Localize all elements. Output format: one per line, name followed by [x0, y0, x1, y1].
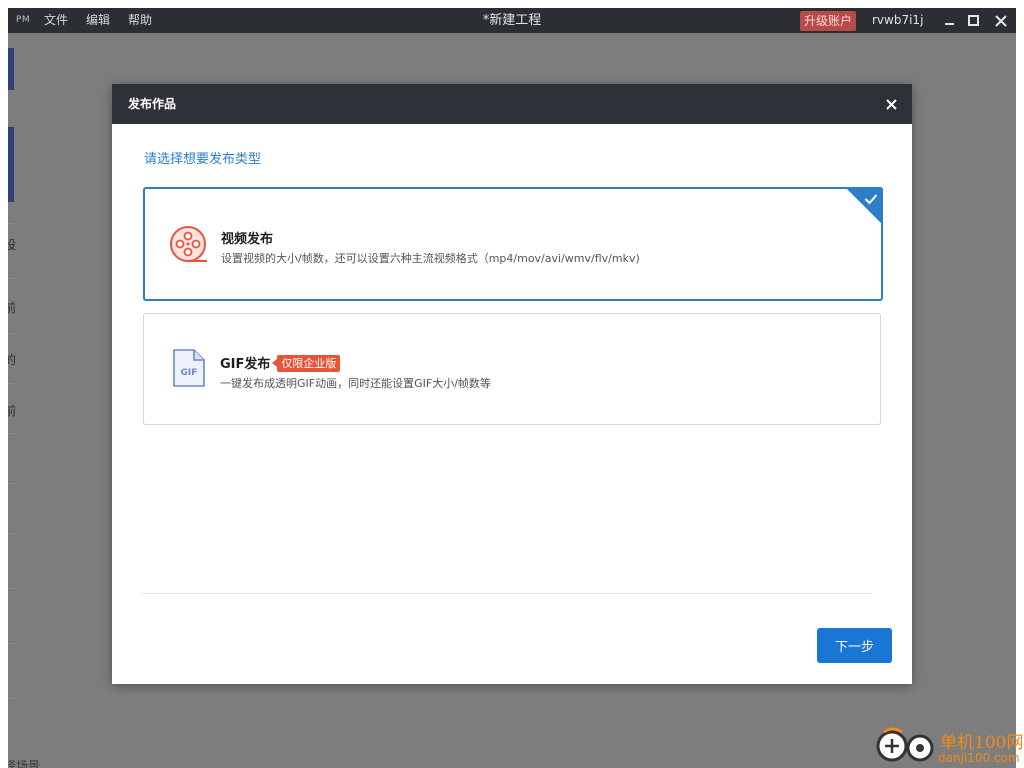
background-divider [8, 643, 14, 644]
background-divider [8, 698, 14, 699]
minimize-icon [944, 22, 954, 25]
site-watermark: 单机100网 danji100.com [874, 726, 1024, 768]
background-text: 择场景 [8, 759, 41, 768]
background-divider [8, 278, 14, 279]
gif-file-icon: GIF [173, 349, 205, 387]
background-text: 设 [8, 238, 17, 252]
dialog-divider [142, 593, 872, 594]
dialog-header: 发布作品 [112, 84, 912, 124]
background-text: 的 [8, 353, 17, 367]
option-description: 一键发布成透明GIF动画，同时还能设置GIF大小/帧数等 [220, 377, 491, 390]
option-gif-publish[interactable]: GIF GIF发布 仅限企业版 一键发布成透明GIF动画，同时还能设置GIF大小/… [143, 313, 881, 425]
close-window-button[interactable] [990, 8, 1012, 33]
background-divider [8, 383, 14, 384]
window-titlebar: PM 文件 编辑 帮助 *新建工程 升级账户 rvwb7i1j [8, 8, 1016, 33]
background-divider [8, 223, 14, 224]
background-divider [8, 333, 14, 334]
next-step-button[interactable]: 下一步 [817, 628, 892, 663]
menu-bar: 文件 编辑 帮助 [44, 8, 170, 33]
option-title: 视频发布 [221, 232, 274, 247]
menu-help[interactable]: 帮助 [128, 8, 152, 33]
option-video-publish[interactable]: 视频发布 设置视频的大小/帧数，还可以设置六种主流视频格式（mp4/mov/av… [143, 187, 883, 301]
upgrade-account-button[interactable]: 升级账户 [800, 11, 857, 31]
option-title: GIF发布 仅限企业版 [220, 353, 341, 372]
background-panel-accent [8, 127, 14, 202]
maximize-button[interactable] [962, 8, 984, 33]
background-text: 前 [8, 404, 17, 418]
background-panel-accent [8, 48, 14, 90]
background-divider [8, 433, 14, 434]
publish-dialog: 发布作品 请选择想要发布类型 视频发布 设置视频的大小/帧数，还可以设置六种主流… [112, 84, 912, 684]
dialog-close-button[interactable] [880, 93, 902, 115]
option-description: 设置视频的大小/帧数，还可以设置六种主流视频格式（mp4/mov/avi/wmv… [221, 252, 640, 265]
background-text: 前 [8, 301, 17, 315]
maximize-icon [967, 15, 979, 26]
menu-file[interactable]: 文件 [44, 8, 68, 33]
option-title-text: GIF发布 [220, 357, 271, 372]
app-logo: PM [16, 15, 31, 25]
close-icon [995, 14, 1007, 27]
close-icon [885, 98, 897, 110]
svg-text:GIF: GIF [181, 368, 198, 378]
dialog-prompt: 请选择想要发布类型 [144, 152, 262, 167]
dialog-title: 发布作品 [128, 97, 177, 111]
watermark-name: 单机100网 [940, 733, 1024, 753]
watermark-logo-icon [876, 727, 934, 762]
background-divider [8, 588, 14, 589]
watermark-url: danji100.com [938, 751, 1020, 765]
checkmark-icon [864, 194, 878, 205]
enterprise-only-badge: 仅限企业版 [272, 355, 341, 372]
minimize-button[interactable] [938, 8, 960, 33]
background-divider [8, 483, 14, 484]
account-name[interactable]: rvwb7i1j [872, 8, 923, 33]
background-divider [8, 533, 14, 534]
film-reel-icon [170, 226, 207, 262]
menu-edit[interactable]: 编辑 [86, 8, 110, 33]
